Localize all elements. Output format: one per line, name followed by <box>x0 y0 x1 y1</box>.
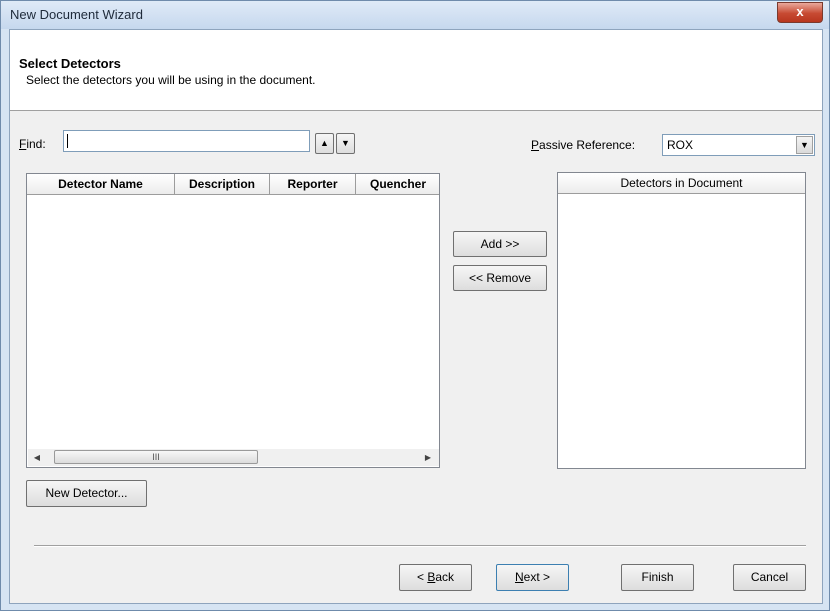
find-previous-button[interactable]: ▲ <box>315 133 334 154</box>
passive-reference-label: Passive Reference: <box>531 138 636 152</box>
scroll-right-icon[interactable]: ▶ <box>421 451 435 465</box>
arrow-down-icon: ▼ <box>341 138 350 148</box>
add-button[interactable]: Add >> <box>453 231 547 257</box>
find-next-button[interactable]: ▼ <box>336 133 355 154</box>
arrow-up-icon: ▲ <box>320 138 329 148</box>
column-header-detectors-in-document[interactable]: Detectors in Document <box>558 173 805 194</box>
passive-reference-value: ROX <box>667 138 694 152</box>
page-header: Select Detectors Select the detectors yo… <box>10 30 822 111</box>
divider <box>34 545 806 547</box>
page-title: Select Detectors <box>19 56 121 71</box>
next-button[interactable]: Next > <box>496 564 569 591</box>
find-input[interactable] <box>63 130 310 152</box>
cancel-button[interactable]: Cancel <box>733 564 806 591</box>
title-bar[interactable]: New Document Wizard x <box>1 1 829 29</box>
horizontal-scrollbar[interactable]: ◀ III ▶ <box>28 449 439 466</box>
wizard-window: New Document Wizard x Select Detectors S… <box>0 0 830 611</box>
available-detectors-list[interactable]: Detector Name Description Reporter Quenc… <box>26 173 440 468</box>
column-header-description[interactable]: Description <box>175 174 270 195</box>
scroll-thumb[interactable]: III <box>54 450 258 464</box>
column-header-detector-name[interactable]: Detector Name <box>27 174 175 195</box>
column-header-reporter[interactable]: Reporter <box>270 174 356 195</box>
find-label: Find: <box>19 137 46 151</box>
passive-reference-select[interactable]: ROX ▼ <box>662 134 815 156</box>
remove-button[interactable]: << Remove <box>453 265 547 291</box>
close-button[interactable]: x <box>777 2 823 23</box>
document-detectors-list[interactable]: Detectors in Document <box>557 172 806 469</box>
finish-button[interactable]: Finish <box>621 564 694 591</box>
wizard-page: Select Detectors Select the detectors yo… <box>9 29 823 604</box>
text-caret <box>67 134 68 148</box>
dropdown-arrow-icon[interactable]: ▼ <box>796 136 813 154</box>
page-subtitle: Select the detectors you will be using i… <box>26 73 316 87</box>
scroll-left-icon[interactable]: ◀ <box>30 451 44 465</box>
new-detector-button[interactable]: New Detector... <box>26 480 147 507</box>
column-header-quencher[interactable]: Quencher <box>356 174 439 195</box>
window-title: New Document Wizard <box>10 7 143 22</box>
close-icon: x <box>796 4 804 19</box>
back-button[interactable]: < Back <box>399 564 472 591</box>
